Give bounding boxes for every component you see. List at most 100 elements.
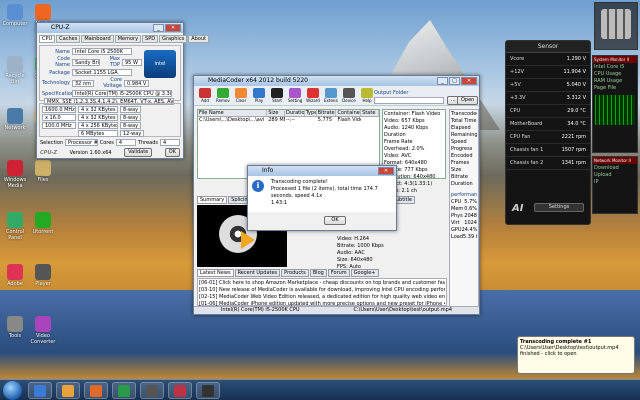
wizard-toolbar-button[interactable]: Wizard [306, 88, 320, 103]
cpuz-ok-button[interactable]: OK [164, 148, 180, 157]
remove-toolbar-button[interactable]: Remove [216, 88, 230, 103]
toolbar-label: Help [362, 98, 372, 103]
remove-icon [217, 88, 229, 98]
l2-way: 8-way [120, 122, 142, 129]
selection-dropdown[interactable]: Processor #1 [65, 139, 98, 146]
news-item[interactable]: [06-01] Click here to shop Amazon Market… [199, 280, 445, 287]
start-toolbar-button[interactable]: Start [270, 88, 284, 103]
explorer-taskbar-button[interactable] [28, 382, 52, 399]
firefox-taskbar-button[interactable] [56, 382, 80, 399]
perf-row: Virt 1024 [451, 220, 477, 227]
play-icon [253, 88, 265, 98]
media-taskbar-button[interactable] [84, 382, 108, 399]
desktop-icon[interactable]: Files [30, 160, 56, 183]
tab-graphics[interactable]: Graphics [159, 35, 188, 43]
column-header[interactable]: Container [336, 110, 362, 116]
dialog-ok-button[interactable]: OK [324, 216, 346, 225]
news-tab[interactable]: Latest News [197, 269, 234, 277]
sensor-value: 1507 rpm [561, 147, 586, 153]
validate-button[interactable]: Validate [124, 148, 153, 157]
sensor-settings-button[interactable]: Settings [534, 203, 584, 212]
column-header[interactable]: Type [305, 110, 317, 116]
start-button[interactable] [3, 381, 22, 400]
file-cell [361, 117, 379, 123]
news-tab[interactable]: Products [281, 269, 309, 277]
tab-about[interactable]: About [188, 35, 209, 43]
desktop-icon[interactable]: Computer [2, 4, 28, 27]
notification-balloon[interactable]: Transcoding complete #1 C:\Users\User\De… [517, 336, 635, 374]
tab-spd[interactable]: SPD [142, 35, 159, 43]
news-item[interactable]: [03-10] New release of MediaCoder is ava… [199, 287, 445, 294]
desktop-icon[interactable]: Control Panel [2, 212, 28, 241]
extension-toolbar-button[interactable]: Extension [324, 88, 338, 103]
output-folder-input[interactable] [374, 97, 444, 104]
desktop-icon[interactable]: Video Converter [30, 316, 56, 345]
desktop-icon[interactable]: Windows Media [2, 160, 28, 189]
cpuz-window[interactable]: CPU-Z _ ✕ CPU Caches Mainboard Memory SPD Grap… [36, 22, 209, 159]
clear-toolbar-button[interactable]: Clear [234, 88, 248, 103]
column-header[interactable]: Bitrate [317, 110, 337, 116]
sensor-list: Vcore 1.290 V +12V 11.904 V +5V 5.040 V +3.3V 3… [506, 53, 590, 170]
folder-icon [202, 385, 214, 397]
news-tab[interactable]: Forum [327, 269, 350, 277]
sensor-taskbar-button[interactable] [168, 382, 192, 399]
news-tab[interactable]: Recent Updates [234, 269, 281, 277]
cpu-z-taskbar-button[interactable] [112, 382, 136, 399]
tab-caches[interactable]: Caches [56, 35, 81, 43]
play-toolbar-button[interactable]: Play [252, 88, 266, 103]
l3-value: 6 MBytes [78, 130, 118, 137]
stat-label: Total Time [451, 118, 477, 124]
news-tab[interactable]: Google+ [350, 269, 379, 277]
maximize-button[interactable]: □ [449, 77, 460, 85]
tools-icon [7, 316, 23, 332]
toolbar-label: Remove [216, 98, 230, 103]
tab-cpu[interactable]: CPU [39, 35, 56, 43]
news-item[interactable]: [02-15] MediaCoder Web Video Edition rel… [199, 294, 445, 301]
news-list[interactable]: [06-01] Click here to shop Amazon Market… [197, 278, 447, 307]
column-header[interactable]: State [361, 110, 379, 116]
mediacoder-taskbar-button[interactable] [140, 382, 164, 399]
device-toolbar-button[interactable]: Device [342, 88, 356, 103]
file-row[interactable]: C:\Users\...\Desktop\...\avi289 MB--:-- 5… [198, 117, 379, 123]
column-header[interactable]: Size [267, 110, 285, 116]
desktop-icon[interactable]: Utorrent [30, 212, 56, 235]
close-button[interactable]: ✕ [165, 24, 181, 32]
recycle-bin-icon [7, 56, 23, 72]
desktop-icon[interactable]: Recycle Bin [2, 56, 28, 85]
summary-line: Audio: AAC [337, 250, 365, 256]
dialog-titlebar[interactable]: Info ✕ [248, 166, 396, 176]
desktop-icon[interactable]: Player [30, 264, 56, 287]
clocks-group: 1600.0 MHz x 16.0 100.0 MHz 4 x 32 KByte… [39, 103, 181, 137]
column-header[interactable]: Duration [285, 110, 305, 116]
tab-memory[interactable]: Memory [114, 35, 142, 43]
dialog-close-button[interactable]: ✕ [378, 167, 394, 175]
taskbar [0, 379, 640, 400]
add-toolbar-button[interactable]: Add [198, 88, 212, 103]
tab-mainboard[interactable]: Mainboard [81, 35, 114, 43]
core-speed-value: 1600.0 MHz [42, 106, 76, 113]
folder-taskbar-button[interactable] [196, 382, 220, 399]
cpuz-titlebar[interactable]: CPU-Z _ ✕ [37, 23, 183, 33]
desktop-icon[interactable]: Tools [2, 316, 28, 339]
settings-toolbar-button[interactable]: Settings [288, 88, 302, 103]
spec-value: Intel(R) Core(TM) i5-2500K CPU @ 3.30GHz [72, 90, 172, 97]
sensor-key: CPU [510, 108, 521, 114]
help-toolbar-button[interactable]: Help [360, 88, 374, 103]
info-dialog[interactable]: Info ✕ i Transcoding complete! Processed… [247, 165, 397, 231]
tdp-label: Max TDP [109, 56, 120, 68]
tab-summary[interactable]: Summary [197, 196, 228, 204]
desktop-icon[interactable]: Adobe [2, 264, 28, 287]
minimize-button[interactable]: _ [153, 24, 164, 32]
dialog-title: Info [262, 167, 274, 174]
mediacoder-titlebar[interactable]: MediaCoder x64 2012 build 5220 _ □ ✕ [194, 76, 479, 86]
wizard-icon [307, 88, 319, 98]
news-tab[interactable]: Blog [309, 269, 327, 277]
sensor-panel[interactable]: Sensor Vcore 1.290 V +12V 11.904 V +5V 5.040 … [505, 40, 591, 225]
column-header[interactable]: File Name [198, 110, 268, 116]
l1d-way: 8-way [120, 106, 142, 113]
mediacoder-title: MediaCoder x64 2012 build 5220 [208, 77, 308, 84]
desktop-icon[interactable]: Network [2, 108, 28, 131]
close-button[interactable]: ✕ [461, 77, 477, 85]
open-button[interactable]: Open [457, 96, 479, 105]
minimize-button[interactable]: _ [437, 77, 448, 85]
